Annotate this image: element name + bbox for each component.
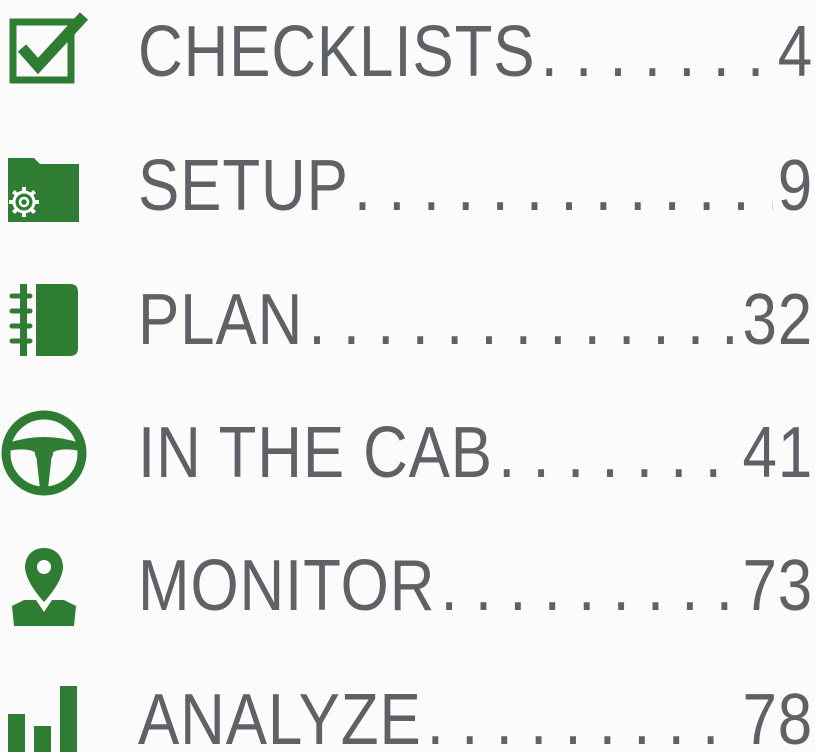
- toc-leader-dots: [354, 150, 773, 222]
- toc-entry-analyze[interactable]: ANALYZE 78: [0, 665, 815, 752]
- steering-wheel-icon: [0, 407, 92, 499]
- toc-leader-dots: [498, 417, 737, 489]
- toc-leader-dots: [541, 16, 773, 88]
- table-of-contents: CHECKLISTS 4: [0, 0, 815, 752]
- toc-page-number: 4: [777, 12, 814, 92]
- toc-label: IN THE CAB: [138, 413, 493, 493]
- toc-leader-dots: [308, 284, 737, 356]
- toc-entry-setup[interactable]: SETUP 9: [0, 131, 815, 241]
- toc-label: MONITOR: [138, 546, 436, 626]
- toc-leader-dots: [427, 684, 738, 752]
- toc-entry-monitor[interactable]: MONITOR 73: [0, 531, 815, 641]
- toc-entry-in-the-cab[interactable]: IN THE CAB 41: [0, 398, 815, 508]
- toc-label: SETUP: [138, 146, 349, 226]
- map-pin-icon: [0, 540, 92, 632]
- checkbox-icon: [0, 6, 92, 98]
- bar-chart-icon: [0, 674, 92, 752]
- toc-page-number: 41: [742, 413, 814, 493]
- toc-label: CHECKLISTS: [138, 12, 536, 92]
- toc-page-number: 78: [742, 680, 814, 752]
- toc-entry-checklists[interactable]: CHECKLISTS 4: [0, 0, 815, 107]
- toc-page-number: 73: [742, 546, 814, 626]
- toc-entry-plan[interactable]: PLAN 32: [0, 265, 815, 375]
- notebook-icon: [0, 274, 92, 366]
- toc-page-number: 9: [777, 146, 814, 226]
- toc-page-number: 32: [742, 280, 814, 360]
- folder-gear-icon: [0, 140, 92, 232]
- toc-label: PLAN: [138, 280, 304, 360]
- toc-leader-dots: [440, 550, 737, 622]
- toc-label: ANALYZE: [138, 680, 422, 752]
